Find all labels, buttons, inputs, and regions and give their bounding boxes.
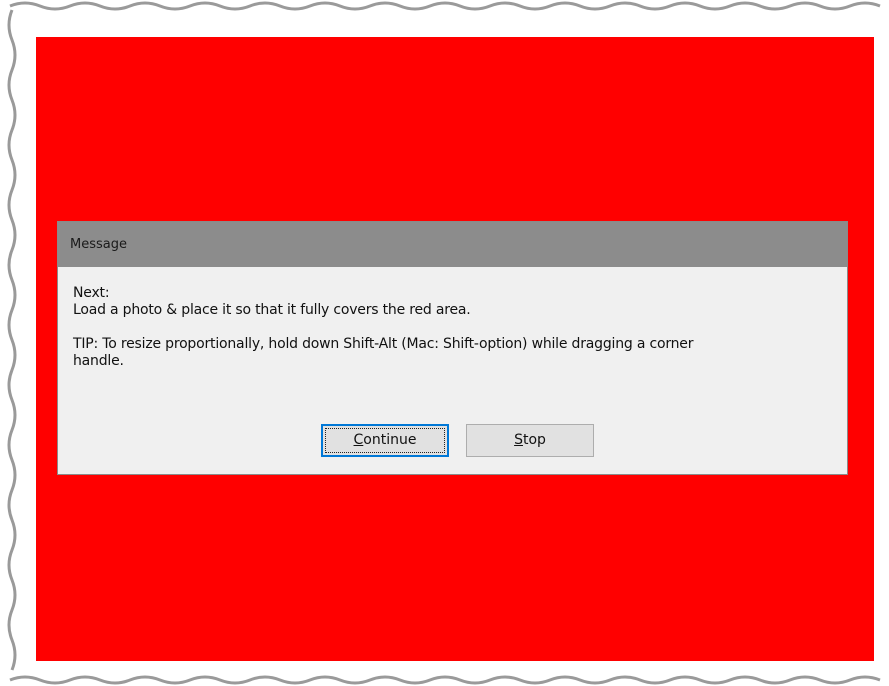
dialog-titlebar: Message <box>58 222 847 267</box>
tip-line-2: handle. <box>73 353 124 369</box>
continue-button[interactable]: Continue <box>321 424 449 457</box>
focus-ring <box>325 428 445 453</box>
screenshot-frame: Message Next: Load a photo & place it so… <box>0 0 889 686</box>
dialog-title: Message <box>70 237 127 252</box>
stop-label: top <box>522 432 546 448</box>
message-dialog: Message Next: Load a photo & place it so… <box>57 221 848 475</box>
message-line-next: Next: <box>73 285 110 301</box>
tip-line-1: TIP: To resize proportionally, hold down… <box>73 336 694 352</box>
stop-mnemonic: S <box>514 432 523 448</box>
dialog-message: Next: Load a photo & place it so that it… <box>73 285 833 370</box>
message-line-instruction: Load a photo & place it so that it fully… <box>73 302 471 318</box>
stop-button[interactable]: Stop <box>466 424 594 457</box>
